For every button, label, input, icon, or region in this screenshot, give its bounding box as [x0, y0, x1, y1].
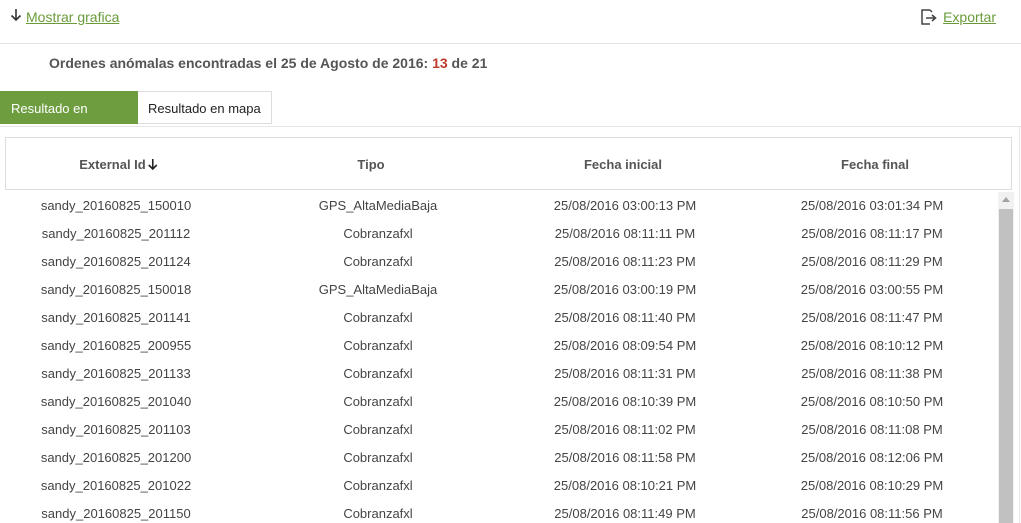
cell-fecha-final: 25/08/2016 08:10:12 PM — [800, 338, 944, 353]
cell-external-id: sandy_20160825_201200 — [40, 450, 192, 465]
result-tabs: Resultado en listado Resultado en mapa — [0, 91, 272, 149]
cell-fecha-inicial: 25/08/2016 08:10:39 PM — [553, 394, 697, 409]
summary-of: de — [447, 55, 472, 71]
summary-text: Ordenes anómalas encontradas el 25 de Ag… — [49, 55, 433, 71]
table-row[interactable]: sandy_20160825_150018 GPS_AltaMediaBaja 25… — [0, 276, 998, 304]
cell-external-id: sandy_20160825_150010 — [40, 198, 192, 213]
show-chart-label: Mostrar grafica — [26, 8, 120, 25]
table-row[interactable]: sandy_20160825_201040 Cobranzafxl 25/08/20… — [0, 388, 998, 416]
cell-fecha-inicial: 25/08/2016 03:00:13 PM — [553, 198, 697, 213]
cell-fecha-inicial: 25/08/2016 08:11:31 PM — [554, 366, 696, 381]
table-header: External Id Tipo Fecha inicial Fecha fin… — [5, 137, 1012, 190]
cell-fecha-inicial: 25/08/2016 03:00:19 PM — [553, 282, 697, 297]
cell-fecha-final: 25/08/2016 08:11:38 PM — [801, 366, 943, 381]
cell-tipo: Cobranzafxl — [343, 366, 413, 381]
cell-tipo: GPS_AltaMediaBaja — [318, 282, 438, 297]
cell-fecha-inicial: 25/08/2016 08:10:21 PM — [553, 478, 697, 493]
table-row[interactable]: sandy_20160825_201103 Cobranzafxl 25/08/20… — [0, 416, 998, 444]
scroll-up-icon[interactable] — [998, 192, 1014, 208]
content-divider — [0, 126, 1021, 127]
cell-tipo: Cobranzafxl — [343, 226, 413, 241]
cell-fecha-final: 25/08/2016 08:11:17 PM — [801, 226, 943, 241]
cell-external-id: sandy_20160825_201040 — [40, 394, 192, 409]
cell-tipo: Cobranzafxl — [343, 394, 413, 409]
cell-tipo: Cobranzafxl — [343, 506, 413, 521]
cell-fecha-inicial: 25/08/2016 08:11:40 PM — [554, 310, 696, 325]
cell-external-id: sandy_20160825_201141 — [41, 310, 191, 325]
cell-external-id: sandy_20160825_200955 — [40, 338, 192, 353]
cell-external-id: sandy_20160825_201124 — [41, 254, 191, 269]
cell-fecha-final: 25/08/2016 08:11:08 PM — [801, 422, 943, 437]
cell-external-id: sandy_20160825_150018 — [40, 282, 192, 297]
cell-external-id: sandy_20160825_201133 — [41, 366, 191, 381]
table-row[interactable]: sandy_20160825_201200 Cobranzafxl 25/08/20… — [0, 444, 998, 472]
cell-fecha-final: 25/08/2016 03:01:34 PM — [800, 198, 944, 213]
table-row[interactable]: sandy_20160825_200955 Cobranzafxl 25/08/20… — [0, 332, 998, 360]
cell-external-id: sandy_20160825_201112 — [41, 226, 191, 241]
column-header-fecha-inicial[interactable]: Fecha inicial — [584, 157, 662, 172]
tab-map-result[interactable]: Resultado en mapa — [138, 91, 272, 124]
cell-fecha-final: 25/08/2016 03:00:55 PM — [800, 282, 944, 297]
total-count: 21 — [471, 55, 488, 71]
export-icon — [919, 8, 939, 26]
cell-tipo: Cobranzafxl — [343, 338, 413, 353]
cell-tipo: Cobranzafxl — [343, 450, 413, 465]
cell-tipo: Cobranzafxl — [343, 254, 413, 269]
cell-fecha-final: 25/08/2016 08:11:56 PM — [801, 506, 943, 521]
cell-fecha-final: 25/08/2016 08:11:47 PM — [801, 310, 943, 325]
cell-fecha-final: 25/08/2016 08:12:06 PM — [800, 450, 944, 465]
table-row[interactable]: sandy_20160825_150010 GPS_AltaMediaBaja 25… — [0, 192, 998, 220]
cell-tipo: Cobranzafxl — [343, 478, 413, 493]
cell-fecha-final: 25/08/2016 08:11:29 PM — [801, 254, 943, 269]
export-label: Exportar — [943, 9, 996, 25]
cell-fecha-final: 25/08/2016 08:10:50 PM — [800, 394, 944, 409]
table-row[interactable]: sandy_20160825_201124 Cobranzafxl 25/08/20… — [0, 248, 998, 276]
tab-list-result[interactable]: Resultado en listado — [0, 91, 138, 149]
cell-tipo: Cobranzafxl — [343, 310, 413, 325]
table-row[interactable]: sandy_20160825_201112 Cobranzafxl 25/08/20… — [0, 220, 998, 248]
cell-fecha-inicial: 25/08/2016 08:09:54 PM — [553, 338, 697, 353]
column-header-external-id[interactable]: External Id — [79, 157, 158, 172]
top-toolbar: Mostrar grafica Exportar — [0, 0, 1021, 44]
cell-external-id: sandy_20160825_201150 — [41, 506, 191, 521]
table-row[interactable]: sandy_20160825_201141 Cobranzafxl 25/08/20… — [0, 304, 998, 332]
cell-fecha-inicial: 25/08/2016 08:11:11 PM — [554, 226, 696, 241]
cell-tipo: GPS_AltaMediaBaja — [318, 198, 438, 213]
export-button[interactable]: Exportar — [919, 8, 996, 26]
results-summary: Ordenes anómalas encontradas el 25 de Ag… — [49, 55, 487, 71]
cell-fecha-final: 25/08/2016 08:10:29 PM — [800, 478, 944, 493]
cell-tipo: Cobranzafxl — [343, 422, 413, 437]
table-row[interactable]: sandy_20160825_201022 Cobranzafxl 25/08/20… — [0, 472, 998, 500]
table-row[interactable]: sandy_20160825_201150 Cobranzafxl 25/08/20… — [0, 500, 998, 523]
show-chart-link[interactable]: Mostrar grafica — [10, 8, 119, 25]
cell-fecha-inicial: 25/08/2016 08:11:02 PM — [554, 422, 696, 437]
cell-external-id: sandy_20160825_201022 — [40, 478, 192, 493]
table-scrollbar[interactable] — [998, 192, 1014, 523]
arrow-down-icon — [10, 8, 22, 25]
cell-fecha-inicial: 25/08/2016 08:11:49 PM — [554, 506, 696, 521]
content-border — [1019, 126, 1020, 523]
column-header-tipo[interactable]: Tipo — [357, 157, 384, 172]
table-body: sandy_20160825_150010 GPS_AltaMediaBaja 25… — [0, 192, 998, 523]
cell-fecha-inicial: 25/08/2016 08:11:58 PM — [554, 450, 696, 465]
scrollbar-thumb[interactable] — [999, 209, 1013, 523]
table-row[interactable]: sandy_20160825_201133 Cobranzafxl 25/08/20… — [0, 360, 998, 388]
column-header-fecha-final[interactable]: Fecha final — [841, 157, 909, 172]
anomalous-count: 13 — [432, 55, 448, 71]
cell-external-id: sandy_20160825_201103 — [41, 422, 191, 437]
cell-fecha-inicial: 25/08/2016 08:11:23 PM — [554, 254, 696, 269]
sort-desc-icon — [148, 157, 159, 172]
